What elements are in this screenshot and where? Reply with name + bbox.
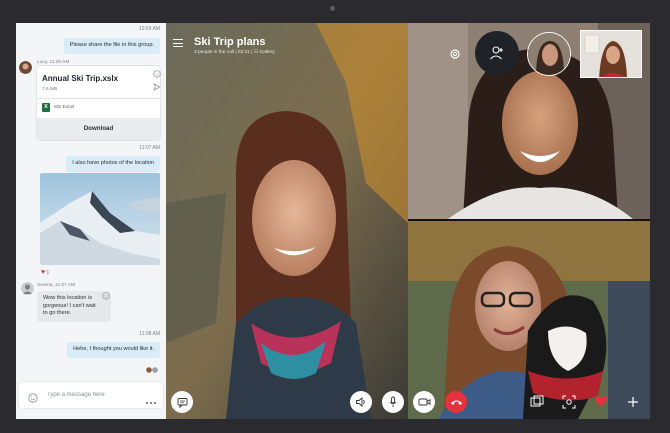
settings-icon[interactable] xyxy=(448,47,462,61)
microphone-icon xyxy=(389,396,397,407)
reaction[interactable]: ♥ 1 xyxy=(41,269,49,276)
chat-panel: 10:59 AM Please share the file in this g… xyxy=(16,23,166,419)
avatar[interactable] xyxy=(19,61,32,74)
camera-icon xyxy=(418,398,430,406)
menu-icon[interactable] xyxy=(173,39,183,47)
file-size: 7.6 MB xyxy=(42,87,58,92)
timestamp: 11:07 AM xyxy=(139,145,160,151)
timestamp: 10:59 AM xyxy=(138,26,160,32)
self-view-thumbnail[interactable] xyxy=(580,30,642,78)
chat-bubble-icon xyxy=(177,397,187,408)
timestamp: 11:08 AM xyxy=(139,331,160,337)
heart-reaction-icon[interactable] xyxy=(594,394,608,408)
camera-icon xyxy=(330,6,335,11)
heart-icon: ♥ xyxy=(41,269,46,276)
participant-video-main[interactable] xyxy=(166,23,408,419)
chat-toggle-button[interactable] xyxy=(171,391,193,413)
snapshot-icon[interactable] xyxy=(562,395,576,409)
message-input[interactable] xyxy=(47,389,137,401)
speaker-icon xyxy=(356,397,365,407)
message-line: gorgeous! I can't wait xyxy=(43,302,96,309)
sender-label: Lucy, 11:00 AM xyxy=(37,60,70,65)
emoji-icon[interactable] xyxy=(28,390,38,403)
add-person-icon xyxy=(490,46,503,60)
emoji-react-icon[interactable] xyxy=(153,70,161,78)
message-line: to go there. xyxy=(43,310,72,317)
emoji-react-icon[interactable] xyxy=(102,292,110,300)
video-button[interactable] xyxy=(413,391,435,413)
chat-message[interactable]: I also have photos of the location xyxy=(66,156,160,172)
chat-message[interactable]: Wow this location is gorgeous! I can't w… xyxy=(37,291,111,322)
add-participant-button[interactable] xyxy=(475,31,519,75)
share-screen-icon[interactable] xyxy=(530,395,544,409)
read-receipts xyxy=(146,360,160,373)
end-call-button[interactable] xyxy=(445,391,467,413)
file-name: Annual Ski Trip.xslx xyxy=(42,74,119,83)
hang-up-icon xyxy=(450,400,462,405)
file-app-label: MS Excel xyxy=(54,105,75,110)
skype-window: 10:59 AM Please share the file in this g… xyxy=(16,23,650,419)
chat-message[interactable]: Please share the file in this group. xyxy=(63,38,160,54)
divider xyxy=(37,98,160,99)
excel-icon: X xyxy=(42,103,50,112)
shared-photo[interactable] xyxy=(40,173,160,265)
message-line: Wow this location is xyxy=(43,295,93,301)
message-composer xyxy=(19,382,163,408)
file-card[interactable]: Annual Ski Trip.xslx 7.6 MB X MS Excel D… xyxy=(37,66,160,140)
sender-label: Serena, 11:07 AM xyxy=(37,283,76,288)
more-options-icon[interactable] xyxy=(145,392,157,404)
download-button[interactable]: Download xyxy=(37,118,160,140)
call-subtitle[interactable]: 3 people in the call | 02:21 | ☷ Gallery xyxy=(194,50,275,55)
call-title: Ski Trip plans xyxy=(194,36,266,48)
forward-icon[interactable] xyxy=(153,83,161,91)
speaker-button[interactable] xyxy=(350,391,372,413)
chat-message[interactable]: Hehe, I thought you would like it. xyxy=(67,342,160,358)
more-options-plus-icon[interactable] xyxy=(627,395,639,407)
participant-thumbnail[interactable] xyxy=(527,32,571,76)
participant-video-bottom-right[interactable] xyxy=(408,221,650,419)
avatar[interactable] xyxy=(21,282,34,295)
microphone-button[interactable] xyxy=(382,391,404,413)
reaction-count: 1 xyxy=(46,270,50,276)
